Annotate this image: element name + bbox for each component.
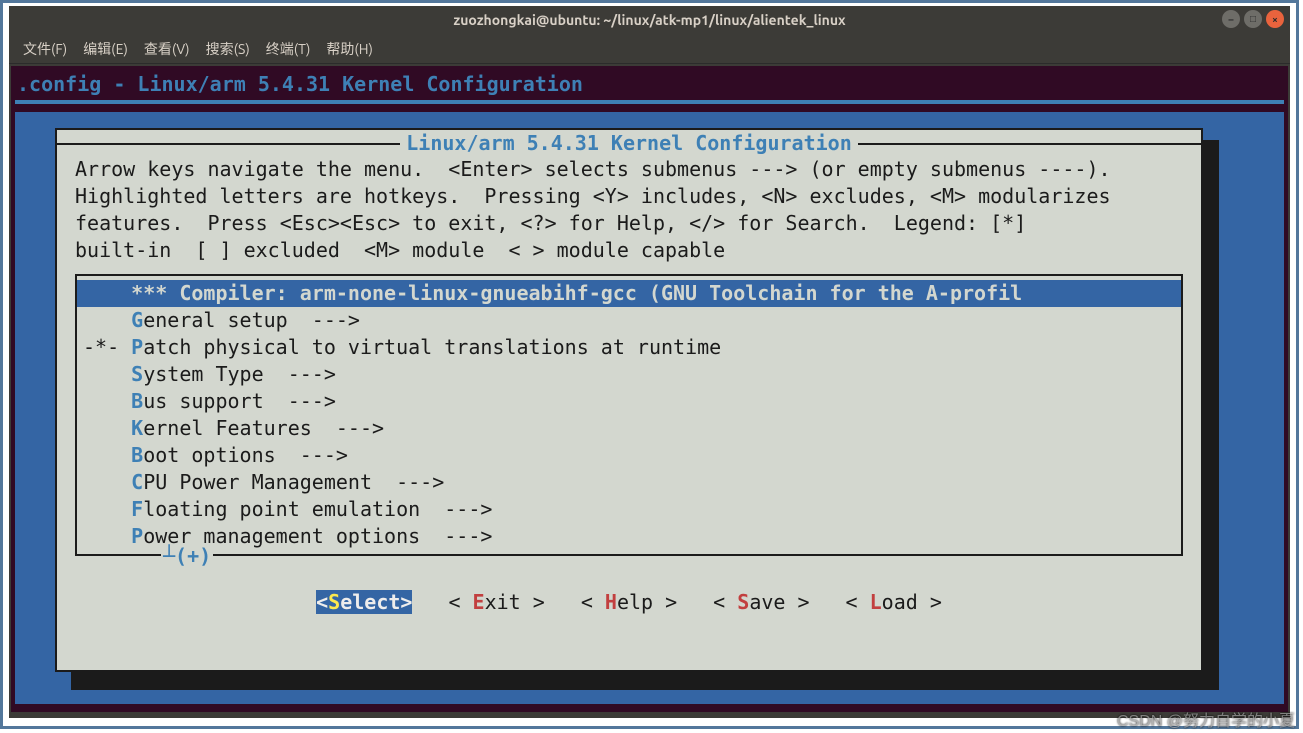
menuconfig-background: Linux/arm 5.4.31 Kernel Configuration Ar… xyxy=(15,112,1284,704)
help-button[interactable]: < Help > xyxy=(581,590,677,614)
menu-item-power-mgmt[interactable]: Power management options ---> xyxy=(77,523,1181,550)
maximize-button[interactable]: □ xyxy=(1244,10,1262,28)
config-header: .config - Linux/arm 5.4.31 Kernel Config… xyxy=(11,66,1288,96)
load-button[interactable]: < Load > xyxy=(846,590,942,614)
main-dialog: Linux/arm 5.4.31 Kernel Configuration Ar… xyxy=(55,128,1203,672)
menu-item-cpu-power[interactable]: CPU Power Management ---> xyxy=(77,469,1181,496)
menu-item-system-type[interactable]: System Type ---> xyxy=(77,361,1181,388)
menu-list-box: *** Compiler: arm-none-linux-gnueabihf-g… xyxy=(75,274,1183,556)
menu-item-general[interactable]: General setup ---> xyxy=(77,307,1181,334)
watermark: CSDN @努力自学的小夏 xyxy=(1117,707,1295,731)
instructions: Arrow keys navigate the menu. <Enter> se… xyxy=(57,156,1201,264)
save-button[interactable]: < Save > xyxy=(713,590,809,614)
exit-button[interactable]: < Exit > xyxy=(448,590,544,614)
menu-item-kernel-features[interactable]: Kernel Features ---> xyxy=(77,415,1181,442)
menu-edit[interactable]: 编辑(E) xyxy=(77,37,134,61)
menu-terminal[interactable]: 终端(T) xyxy=(260,37,317,61)
header-underline xyxy=(15,100,1284,104)
menu-item-fpe[interactable]: Floating point emulation ---> xyxy=(77,496,1181,523)
button-row: <Select> < Exit > < Help > < Save > < Lo… xyxy=(57,590,1201,614)
menu-file[interactable]: 文件(F) xyxy=(17,37,73,61)
window-title: zuozhongkai@ubuntu: ~/linux/atk-mp1/linu… xyxy=(453,12,845,28)
menu-item-compiler[interactable]: *** Compiler: arm-none-linux-gnueabihf-g… xyxy=(77,280,1181,307)
menu-view[interactable]: 查看(V) xyxy=(138,37,196,61)
window-controls: – □ × xyxy=(1222,10,1284,28)
titlebar: zuozhongkai@ubuntu: ~/linux/atk-mp1/linu… xyxy=(9,6,1290,34)
minimize-button[interactable]: – xyxy=(1222,10,1240,28)
menubar: 文件(F) 编辑(E) 查看(V) 搜索(S) 终端(T) 帮助(H) xyxy=(9,34,1290,64)
terminal-window: zuozhongkai@ubuntu: ~/linux/atk-mp1/linu… xyxy=(9,6,1290,718)
scroll-down-indicator: ┴(+) xyxy=(161,544,213,568)
dialog-title: Linux/arm 5.4.31 Kernel Configuration xyxy=(400,131,858,155)
menu-help[interactable]: 帮助(H) xyxy=(320,37,379,61)
close-button[interactable]: × xyxy=(1266,10,1284,28)
menu-item-patch[interactable]: -*- Patch physical to virtual translatio… xyxy=(77,334,1181,361)
menu-list[interactable]: *** Compiler: arm-none-linux-gnueabihf-g… xyxy=(77,280,1181,550)
menu-search[interactable]: 搜索(S) xyxy=(200,37,256,61)
select-button[interactable]: <Select> xyxy=(316,590,412,614)
menu-item-boot-options[interactable]: Boot options ---> xyxy=(77,442,1181,469)
menu-item-bus-support[interactable]: Bus support ---> xyxy=(77,388,1181,415)
terminal-area[interactable]: .config - Linux/arm 5.4.31 Kernel Config… xyxy=(11,66,1288,712)
